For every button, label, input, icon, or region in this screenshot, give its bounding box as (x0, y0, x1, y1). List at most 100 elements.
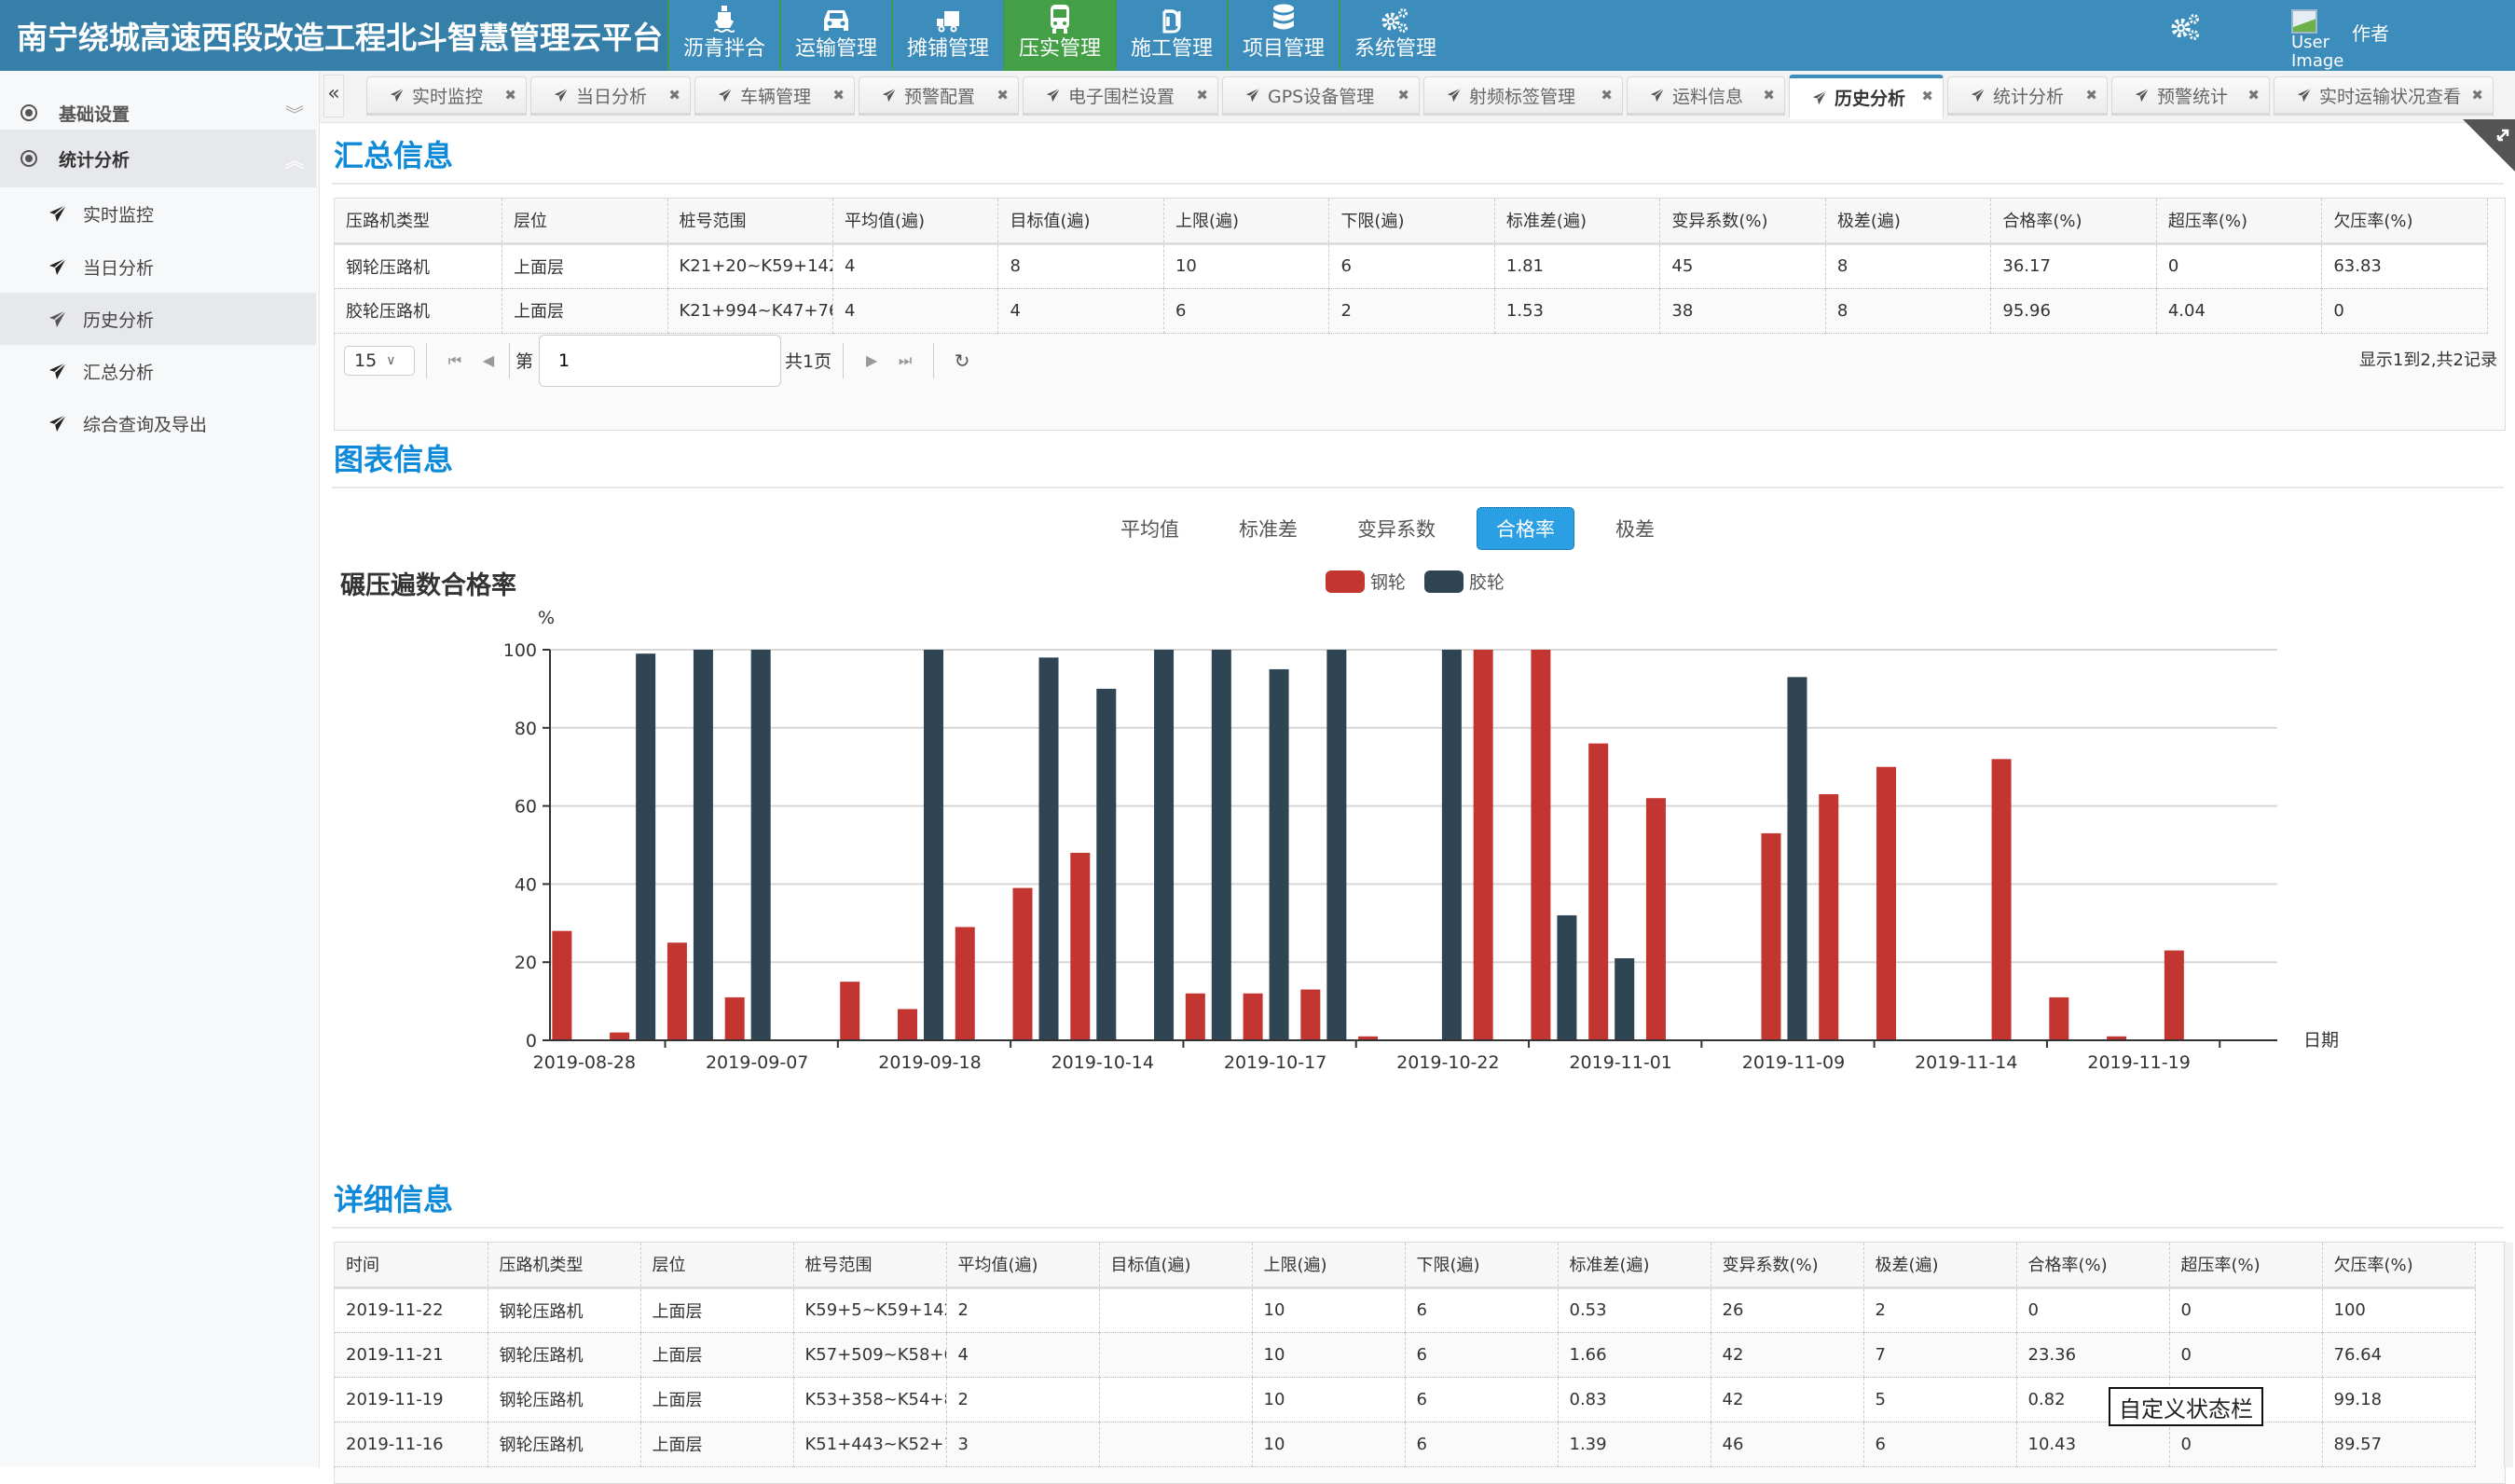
bar-steel[interactable] (1012, 887, 1033, 1040)
bar-steel[interactable] (667, 942, 687, 1040)
bar-steel[interactable] (840, 982, 860, 1040)
next-page-button[interactable]: ▶ (855, 346, 888, 376)
column-header[interactable]: 压路机类型 (335, 199, 503, 245)
tab-item[interactable]: 历史分析 ✖ (1789, 75, 1944, 119)
bar-rubber[interactable] (1615, 958, 1635, 1040)
column-header[interactable]: 桩号范围 (793, 1243, 947, 1289)
nav-item-paving[interactable]: 摊铺管理 (891, 0, 1003, 71)
nav-item-project[interactable]: 项目管理 (1227, 0, 1339, 71)
column-header[interactable]: 合格率(%) (1990, 199, 2157, 245)
metric-button[interactable]: 平均值 (1102, 507, 1198, 550)
column-header[interactable]: 压路机类型 (488, 1243, 641, 1289)
column-header[interactable]: 下限(遍) (1328, 199, 1495, 245)
close-icon[interactable]: ✖ (832, 87, 845, 103)
nav-item-transport[interactable]: 运输管理 (779, 0, 891, 71)
bar-rubber[interactable] (636, 653, 656, 1040)
nav-item-asphalt-mixing[interactable]: 沥青拌合 (667, 0, 779, 71)
column-header[interactable]: 时间 (335, 1243, 488, 1289)
sidebar-item-history-analysis[interactable]: 历史分析 (0, 293, 316, 345)
user-avatar[interactable]: User Image (2291, 9, 2353, 71)
bar-rubber[interactable] (1326, 650, 1347, 1040)
bar-rubber[interactable] (1441, 650, 1462, 1040)
column-header[interactable]: 变异系数(%) (1659, 199, 1826, 245)
bar-rubber[interactable] (1038, 657, 1059, 1040)
bar-steel[interactable] (552, 930, 572, 1040)
table-row[interactable]: 钢轮压路机 上面层 K21+20~K59+142 4 8 10 6 1.81 45 8 36.17 0… (335, 243, 2488, 289)
bar-steel[interactable] (724, 996, 745, 1040)
bar-rubber[interactable] (1154, 650, 1175, 1040)
sidebar-group-statistics[interactable]: 统计分析 ︽ (0, 130, 316, 187)
tab-item[interactable]: 预警统计 ✖ (2111, 76, 2270, 116)
bar-steel[interactable] (610, 1032, 630, 1040)
nav-item-system[interactable]: 系统管理 (1339, 0, 1450, 71)
close-icon[interactable]: ✖ (2085, 87, 2097, 103)
bar-rubber[interactable] (1096, 688, 1117, 1040)
bar-steel[interactable] (1070, 852, 1091, 1040)
first-page-button[interactable]: ⏮ (438, 346, 472, 376)
metric-button[interactable]: 极差 (1597, 507, 1673, 550)
column-header[interactable]: 标准差(遍) (1494, 199, 1661, 245)
column-header[interactable]: 超压率(%) (2156, 199, 2323, 245)
metric-button[interactable]: 标准差 (1220, 507, 1316, 550)
settings-gears-icon[interactable] (2170, 13, 2204, 45)
column-header[interactable]: 桩号范围 (667, 199, 833, 245)
column-header[interactable]: 目标值(遍) (1099, 1243, 1253, 1289)
bar-steel[interactable] (955, 927, 975, 1040)
column-header[interactable]: 目标值(遍) (997, 199, 1164, 245)
bar-rubber[interactable] (923, 650, 943, 1040)
column-header[interactable]: 平均值(遍) (946, 1243, 1100, 1289)
bar-steel[interactable] (1185, 993, 1205, 1040)
close-icon[interactable]: ✖ (1196, 87, 1208, 103)
tab-item[interactable]: 实时监控 ✖ (366, 76, 527, 116)
prev-page-button[interactable]: ◀ (472, 346, 505, 376)
column-header[interactable]: 欠压率(%) (2321, 199, 2488, 245)
tab-item[interactable]: 实时运输状况查看 ✖ (2274, 76, 2494, 116)
bar-steel[interactable] (1876, 766, 1897, 1040)
bar-steel[interactable] (1300, 989, 1321, 1040)
bar-rubber[interactable] (693, 650, 713, 1040)
column-header[interactable]: 层位 (502, 199, 668, 245)
column-header[interactable]: 极差(遍) (1863, 1243, 2017, 1289)
close-icon[interactable]: ✖ (2247, 87, 2260, 103)
column-header[interactable]: 合格率(%) (2016, 1243, 2170, 1289)
metric-button[interactable]: 变异系数 (1339, 507, 1454, 550)
close-icon[interactable]: ✖ (2471, 87, 2483, 103)
sidebar-item-realtime-monitor[interactable]: 实时监控 (0, 187, 316, 240)
tab-item[interactable]: 射频标签管理 ✖ (1423, 76, 1623, 116)
close-icon[interactable]: ✖ (1397, 87, 1409, 103)
column-header[interactable]: 变异系数(%) (1711, 1243, 1864, 1289)
column-header[interactable]: 超压率(%) (2169, 1243, 2323, 1289)
bar-steel[interactable] (2164, 950, 2184, 1040)
bar-rubber[interactable] (1211, 650, 1231, 1040)
column-header[interactable]: 平均值(遍) (832, 199, 999, 245)
bar-steel[interactable] (1473, 650, 1493, 1040)
bar-steel[interactable] (1819, 794, 1839, 1040)
tab-scroll-left-button[interactable]: « (323, 75, 344, 117)
tab-item[interactable]: 预警配置 ✖ (859, 76, 1019, 116)
column-header[interactable]: 标准差(遍) (1558, 1243, 1711, 1289)
table-row[interactable]: 2019-11-16钢轮压路机上面层K51+443~K52+1331061.39… (335, 1422, 2476, 1467)
bar-steel[interactable] (1761, 832, 1781, 1040)
tab-item[interactable]: GPS设备管理 ✖ (1222, 76, 1420, 116)
bar-rubber[interactable] (1787, 677, 1807, 1040)
close-icon[interactable]: ✖ (996, 87, 1009, 103)
sidebar-item-query-export[interactable]: 综合查询及导出 (0, 397, 316, 449)
close-icon[interactable]: ✖ (1601, 87, 1613, 103)
column-header[interactable]: 极差(遍) (1825, 199, 1992, 245)
nav-item-compaction[interactable]: 压实管理 (1003, 0, 1115, 71)
table-row[interactable]: 2019-11-21钢轮压路机上面层K57+509~K58+674 1061.66… (335, 1332, 2476, 1378)
nav-item-construction[interactable]: 施工管理 (1115, 0, 1227, 71)
bar-steel[interactable] (1531, 650, 1551, 1040)
tab-item[interactable]: 电子围栏设置 ✖ (1023, 76, 1218, 116)
bar-steel[interactable] (1645, 798, 1666, 1040)
legend-item[interactable]: 钢轮 (1326, 569, 1406, 594)
close-icon[interactable]: ✖ (668, 87, 680, 103)
column-header[interactable]: 欠压率(%) (2322, 1243, 2476, 1289)
column-header[interactable]: 上限(遍) (1252, 1243, 1406, 1289)
last-page-button[interactable]: ⏭ (888, 346, 922, 376)
bar-rubber[interactable] (1557, 914, 1577, 1040)
tab-item[interactable]: 当日分析 ✖ (530, 76, 691, 116)
bar-rubber[interactable] (750, 650, 771, 1040)
bar-steel[interactable] (897, 1009, 917, 1040)
tab-item[interactable]: 运料信息 ✖ (1627, 76, 1785, 116)
